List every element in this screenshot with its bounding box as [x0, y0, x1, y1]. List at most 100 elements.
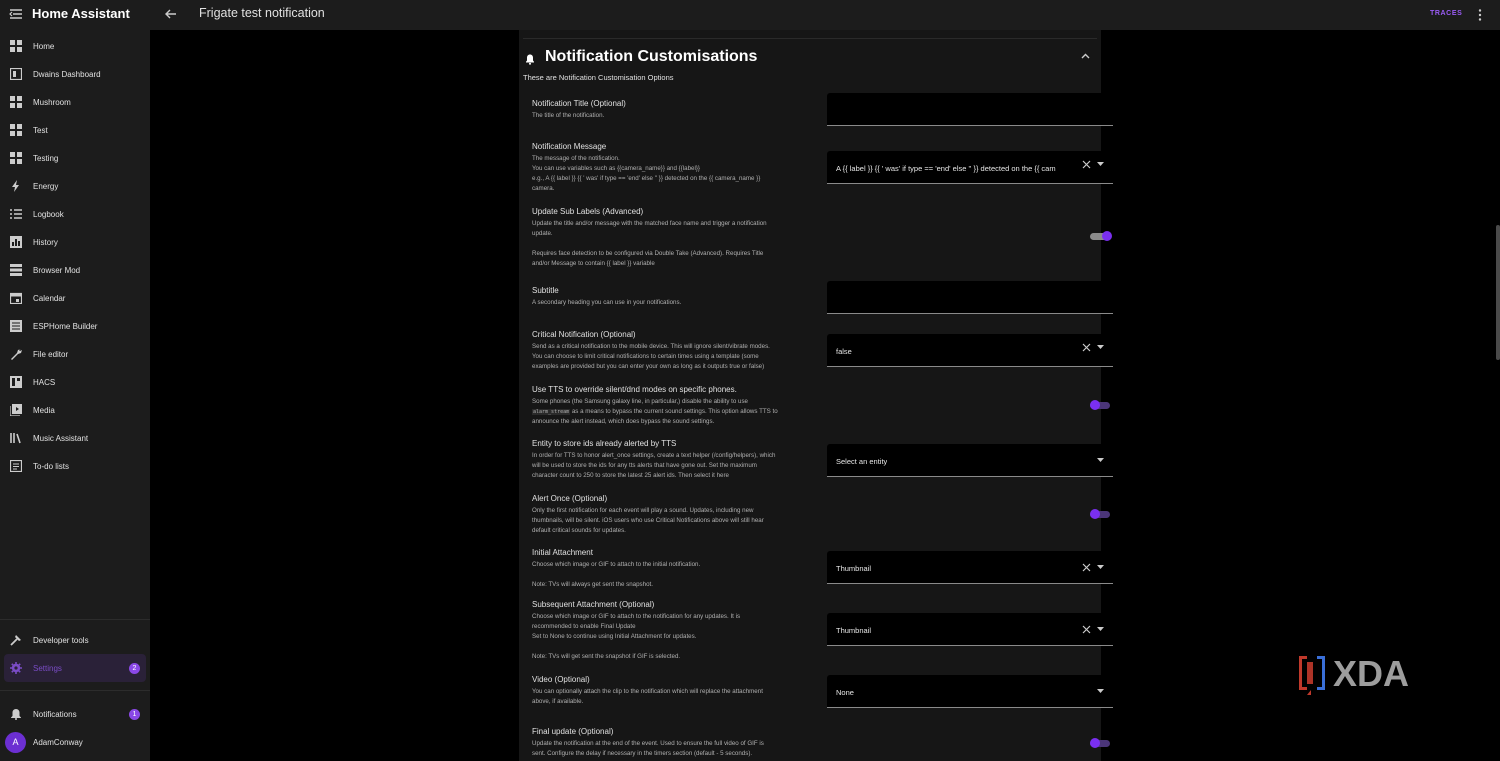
sidebar-item-label: HACS — [33, 377, 56, 387]
page-scrollbar[interactable] — [1496, 225, 1500, 360]
app-title: Home Assistant — [32, 6, 130, 21]
sidebar-item-label: Notifications — [33, 709, 77, 719]
sidebar-item-esphome-builder[interactable]: ESPHome Builder — [0, 312, 150, 340]
sidebar-item-calendar[interactable]: Calendar — [0, 284, 150, 312]
entity-picker[interactable]: Select an entity — [827, 444, 1113, 477]
caret-down-icon[interactable] — [1097, 565, 1104, 570]
section-description: These are Notification Customisation Opt… — [523, 73, 674, 82]
setting-tts-override: Use TTS to override silent/dnd modes on … — [532, 385, 816, 427]
chip-icon — [10, 320, 22, 332]
traces-button[interactable]: TRACES — [1430, 10, 1462, 17]
subtitle-input[interactable] — [827, 281, 1113, 314]
sidebar-item-file-editor[interactable]: File editor — [0, 340, 150, 368]
user-name: AdamConway — [33, 737, 83, 747]
overflow-menu-icon[interactable] — [1476, 8, 1484, 22]
gear-icon — [10, 662, 22, 674]
caret-down-icon[interactable] — [1097, 627, 1104, 632]
caret-down-icon[interactable] — [1097, 458, 1104, 463]
clear-icon[interactable] — [1082, 563, 1091, 572]
initial-attachment-select[interactable]: Thumbnail — [827, 551, 1113, 584]
sidebar-item-music-assistant[interactable]: Music Assistant — [0, 424, 150, 452]
setting-subsequent-attachment: Subsequent Attachment (Optional) Choose … — [532, 600, 816, 662]
chevron-up-icon[interactable] — [1081, 53, 1090, 59]
sidebar-item-notifications[interactable]: Notifications 1 — [0, 700, 150, 728]
sidebar-item-energy[interactable]: Energy — [0, 172, 150, 200]
setting-final-update: Final update (Optional) Update the notif… — [532, 727, 816, 759]
menu-collapse-icon[interactable] — [9, 7, 23, 21]
field-value: false — [836, 347, 852, 356]
sidebar-item-label: Dwains Dashboard — [33, 69, 101, 79]
sidebar-item-label: ESPHome Builder — [33, 321, 98, 331]
previous-section-edge — [523, 30, 1097, 39]
setting-label: Alert Once (Optional) — [532, 494, 608, 503]
final-update-toggle[interactable] — [1090, 738, 1112, 748]
sidebar-item-home[interactable]: Home — [0, 32, 150, 60]
clear-icon[interactable] — [1082, 625, 1091, 634]
setting-description: Send as a critical notification to the m… — [532, 343, 770, 370]
setting-description: Choose which image or GIF to attach to t… — [532, 613, 741, 660]
back-arrow-icon[interactable] — [164, 7, 178, 21]
caret-down-icon[interactable] — [1097, 345, 1104, 350]
setting-description: Some phones (the Samsung galaxy line, in… — [532, 397, 816, 427]
list-icon — [10, 208, 22, 220]
sidebar-item-mushroom[interactable]: Mushroom — [0, 88, 150, 116]
setting-description: Choose which image or GIF to attach to t… — [532, 561, 701, 588]
sidebar-item-label: Energy — [33, 181, 59, 191]
sidebar-item-user[interactable]: A AdamConway — [0, 728, 150, 756]
setting-label: Final update (Optional) — [532, 727, 614, 736]
subsequent-attachment-select[interactable]: Thumbnail — [827, 613, 1113, 646]
caret-down-icon[interactable] — [1097, 689, 1104, 694]
calendar-icon — [10, 292, 22, 304]
sidebar-item-developer-tools[interactable]: Developer tools — [0, 626, 150, 654]
sidebar-item-testing[interactable]: Testing — [0, 144, 150, 172]
blueprint-form-panel: Notification Customisations These are No… — [519, 30, 1113, 761]
sidebar-item-todo-lists[interactable]: To-do lists — [0, 452, 150, 480]
lightning-icon — [10, 180, 22, 192]
sidebar-item-label: Calendar — [33, 293, 66, 303]
notification-title-input[interactable] — [827, 93, 1113, 126]
field-placeholder: Select an entity — [836, 457, 888, 466]
sidebar-item-dwains-dashboard[interactable]: Dwains Dashboard — [0, 60, 150, 88]
setting-description: Update the title and/or message with the… — [532, 220, 767, 267]
sidebar-item-label: Home — [33, 41, 55, 51]
bell-icon — [526, 54, 534, 65]
clear-icon[interactable] — [1082, 160, 1091, 169]
setting-description: The title of the notification. — [532, 112, 605, 119]
sidebar-item-browser-mod[interactable]: Browser Mod — [0, 256, 150, 284]
field-value: A {{ label }} {{ ' was' if type == 'end'… — [836, 164, 1056, 173]
description-text: Some phones (the Samsung galaxy line, in… — [532, 398, 748, 405]
sidebar-item-label: Developer tools — [33, 635, 89, 645]
grid-icon — [10, 40, 22, 52]
sidebar-item-label: File editor — [33, 349, 69, 359]
notifications-badge: 1 — [129, 708, 140, 720]
alert-once-toggle[interactable] — [1090, 509, 1112, 519]
code-snippet: alarm_stream — [532, 409, 571, 415]
sidebar-item-label: Media — [33, 405, 55, 415]
toggle-thumb — [1102, 231, 1112, 241]
sidebar-item-media[interactable]: Media — [0, 396, 150, 424]
setting-notification-title: Notification Title (Optional) The title … — [532, 99, 816, 121]
setting-description: Update the notification at the end of th… — [532, 740, 764, 757]
tts-override-toggle[interactable] — [1090, 400, 1112, 410]
sidebar-item-hacs[interactable]: HACS — [0, 368, 150, 396]
caret-down-icon[interactable] — [1097, 162, 1104, 167]
sidebar-item-logbook[interactable]: Logbook — [0, 200, 150, 228]
critical-notification-combobox[interactable]: false — [827, 334, 1113, 367]
chart-icon — [10, 236, 22, 248]
setting-description: Only the first notification for each eve… — [532, 507, 764, 534]
sidebar-divider — [0, 619, 150, 620]
sidebar-item-settings[interactable]: Settings 2 — [4, 654, 146, 682]
field-value: Thumbnail — [836, 626, 872, 635]
sidebar-item-test[interactable]: Test — [0, 116, 150, 144]
setting-label: Initial Attachment — [532, 548, 593, 557]
notification-message-combobox[interactable]: A {{ label }} {{ ' was' if type == 'end'… — [827, 151, 1113, 184]
sidebar-item-history[interactable]: History — [0, 228, 150, 256]
sidebar-item-label: Logbook — [33, 209, 64, 219]
update-sub-labels-toggle[interactable] — [1090, 231, 1112, 241]
setting-alert-once: Alert Once (Optional) Only the first not… — [532, 494, 816, 536]
video-select[interactable]: None — [827, 675, 1113, 708]
sidebar-item-label: Music Assistant — [33, 433, 89, 443]
setting-subtitle: Subtitle A secondary heading you can use… — [532, 286, 816, 308]
clear-icon[interactable] — [1082, 343, 1091, 352]
setting-label: Subsequent Attachment (Optional) — [532, 600, 655, 609]
